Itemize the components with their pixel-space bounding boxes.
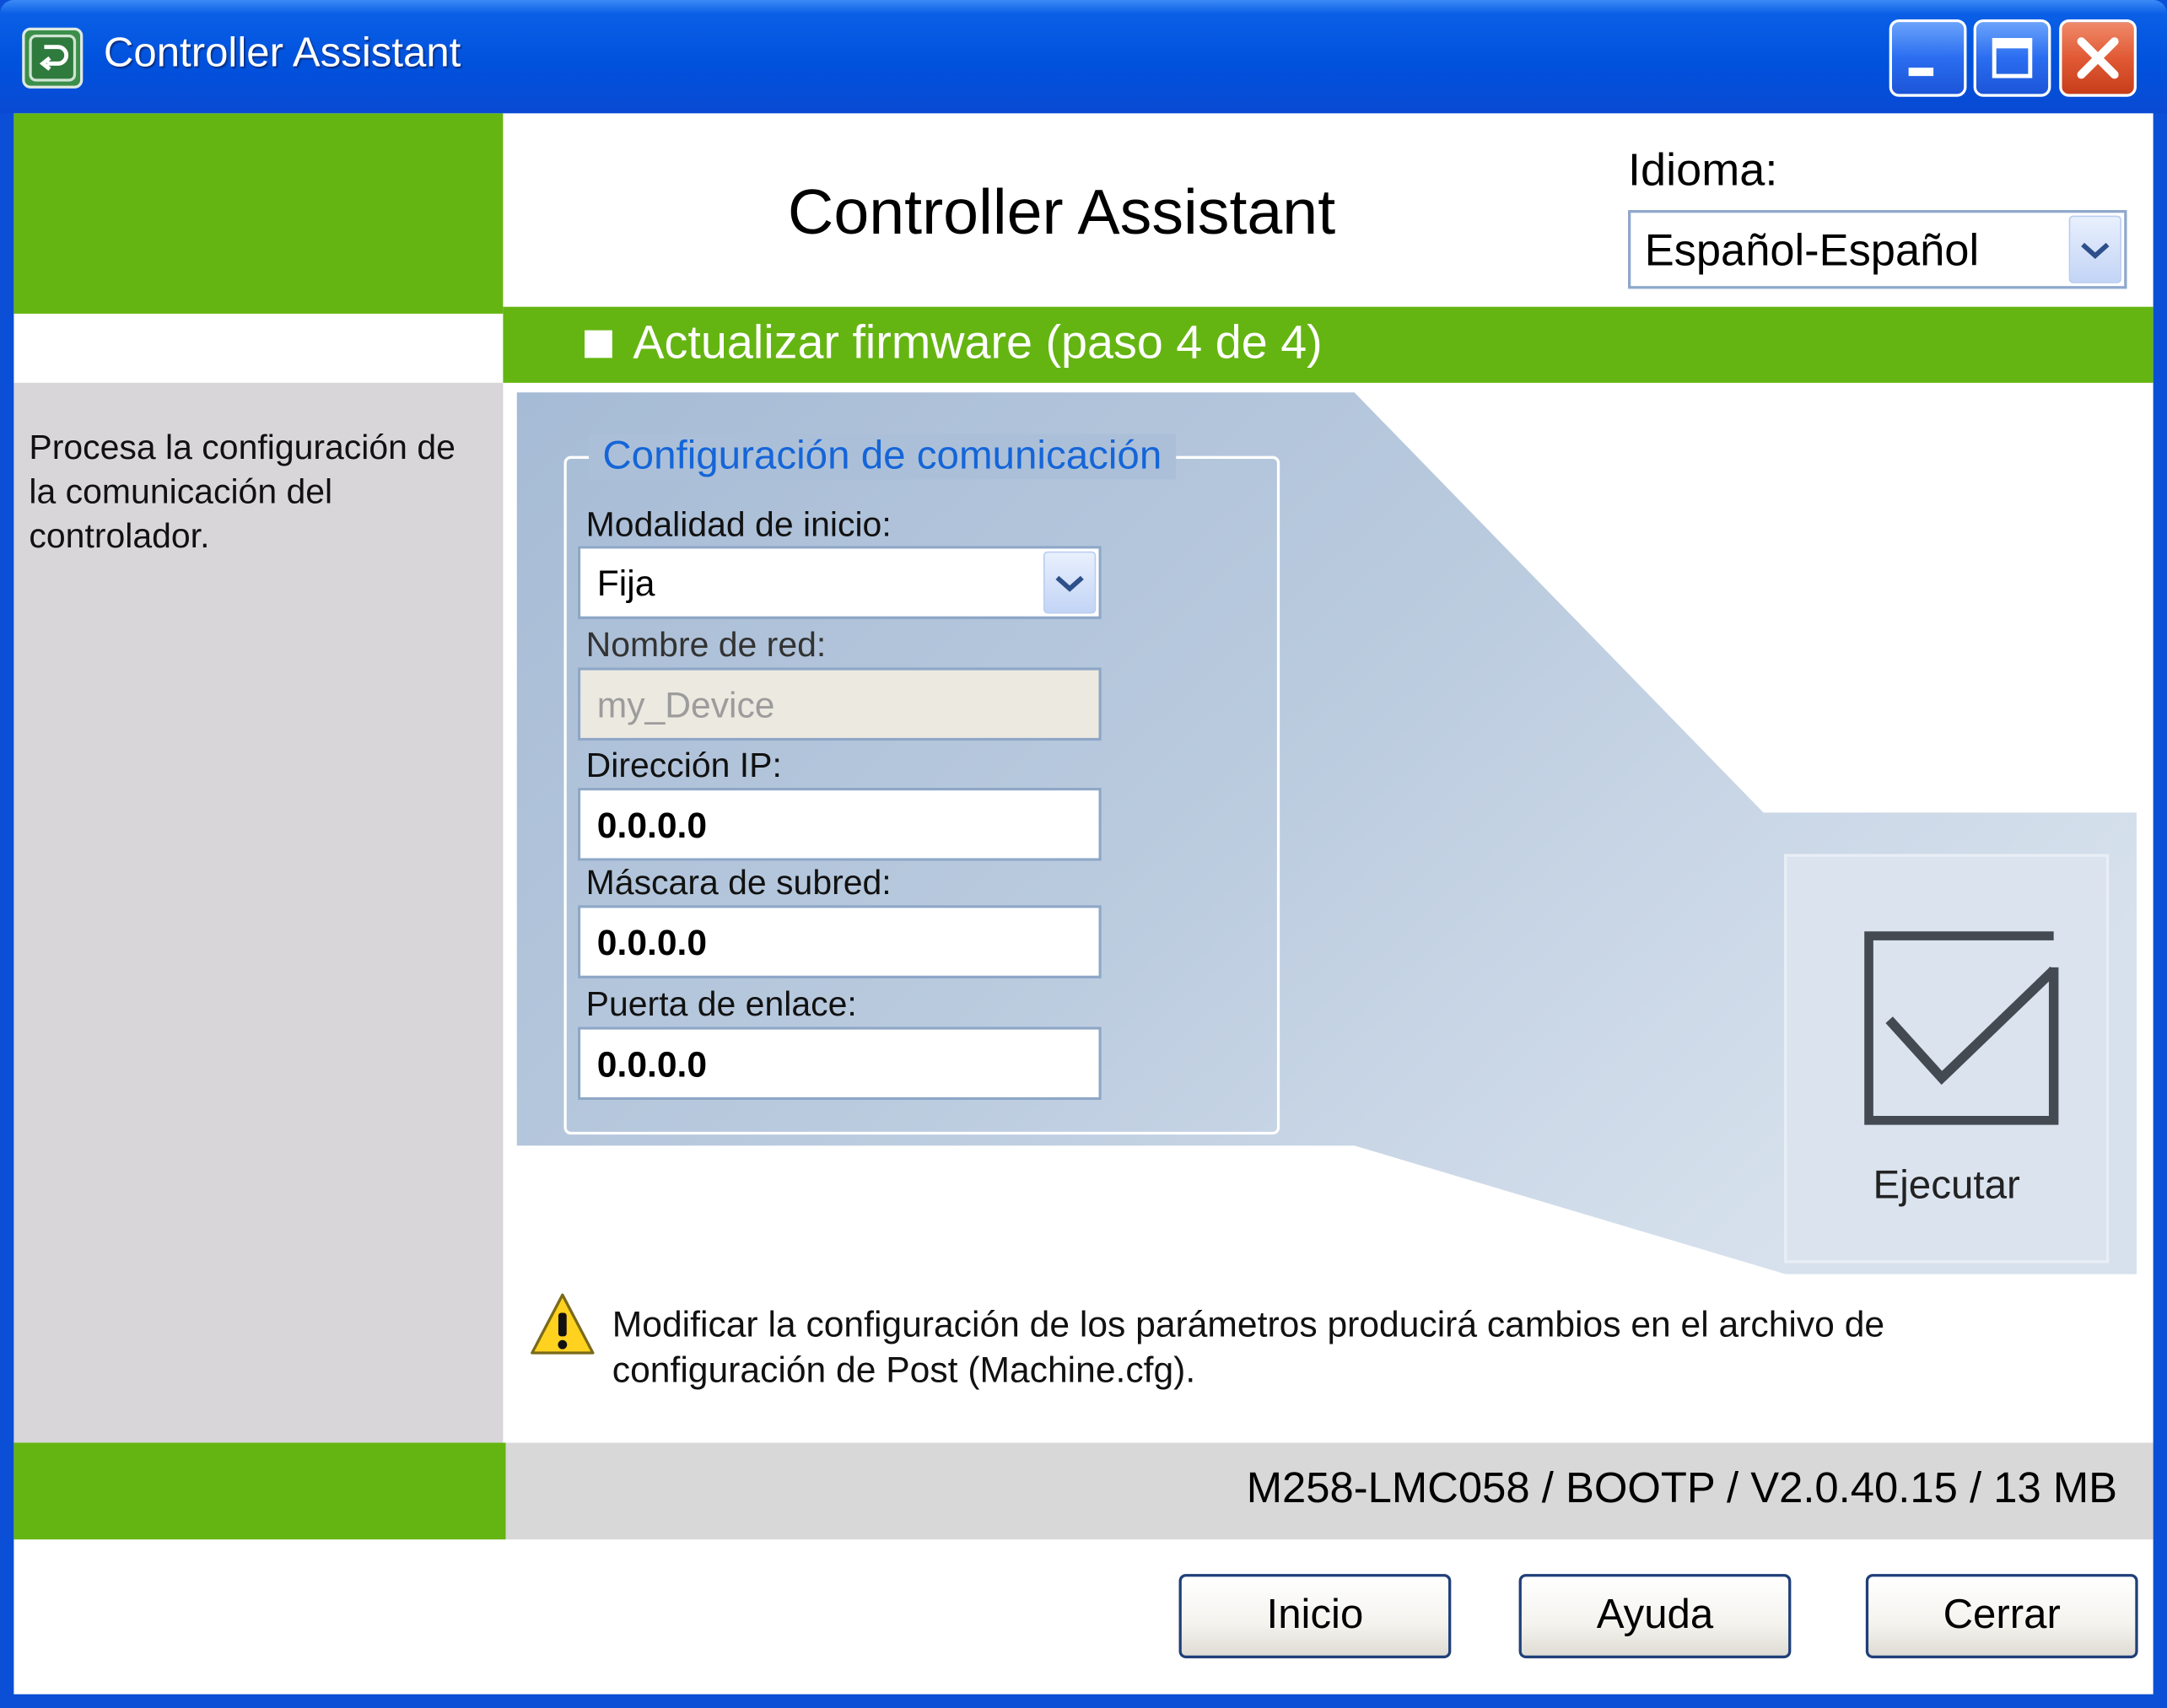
left-header-band xyxy=(13,113,504,314)
gateway-field[interactable]: 0.0.0.0 xyxy=(577,1026,1102,1101)
maximize-icon xyxy=(1992,38,2033,78)
minimize-icon xyxy=(1908,67,1934,77)
status-bar: M258-LMC058 / BOOTP / V2.0.40.15 / 13 MB xyxy=(505,1442,2154,1540)
communication-config-group: Configuración de comunicación Modalidad … xyxy=(563,434,1280,1135)
maximize-button[interactable] xyxy=(1973,19,2051,97)
controller-assistant-window: Controller Assistant Procesa la configur… xyxy=(0,0,2167,1708)
network-name-value: my_Device xyxy=(596,684,775,726)
step-banner: Actualizar firmware (paso 4 de 4) xyxy=(503,306,2154,383)
left-footer-band xyxy=(13,1442,506,1540)
help-button[interactable]: Ayuda xyxy=(1518,1574,1792,1659)
controller-assistant-app-icon xyxy=(22,27,84,89)
minimize-button[interactable] xyxy=(1889,19,1967,97)
network-name-label: Nombre de red: xyxy=(585,626,827,665)
ip-address-field[interactable]: 0.0.0.0 xyxy=(577,787,1102,861)
execute-label: Ejecutar xyxy=(1873,1163,2020,1208)
step-bullet-icon xyxy=(585,330,612,358)
warning-icon xyxy=(531,1293,595,1355)
ip-address-value: 0.0.0.0 xyxy=(596,804,708,846)
ip-address-label: Dirección IP: xyxy=(585,746,782,785)
checkbox-checked-icon xyxy=(1864,931,2059,1125)
subnet-mask-label: Máscara de subred: xyxy=(585,864,892,902)
gateway-label: Puerta de enlace: xyxy=(585,985,857,1025)
close-dialog-button[interactable]: Cerrar xyxy=(1865,1574,2138,1659)
start-mode-value: Fija xyxy=(596,562,655,604)
network-name-field: my_Device xyxy=(577,667,1102,741)
language-dropdown-button[interactable] xyxy=(2068,215,2121,283)
close-icon xyxy=(2077,37,2119,79)
page-title: Controller Assistant xyxy=(787,175,1336,248)
dialog-client-area: Procesa la configuración de la comunicac… xyxy=(13,113,2154,1695)
window-title: Controller Assistant xyxy=(103,30,461,77)
start-mode-select[interactable]: Fija xyxy=(577,546,1102,620)
subnet-mask-value: 0.0.0.0 xyxy=(596,921,708,963)
gateway-value: 0.0.0.0 xyxy=(596,1043,708,1086)
chevron-down-icon xyxy=(1055,574,1084,591)
subnet-mask-field[interactable]: 0.0.0.0 xyxy=(577,905,1102,978)
group-legend: Configuración de comunicación xyxy=(588,434,1176,480)
language-select[interactable]: Español-Español xyxy=(1628,210,2127,289)
start-button[interactable]: Inicio xyxy=(1178,1574,1452,1659)
execute-button[interactable]: Ejecutar xyxy=(1784,854,2110,1263)
warning-message: Modificar la configuración de los paráme… xyxy=(612,1303,1885,1391)
step-title: Actualizar firmware (paso 4 de 4) xyxy=(633,316,1323,369)
start-mode-dropdown-button[interactable] xyxy=(1043,551,1097,614)
language-label: Idioma: xyxy=(1628,143,1778,196)
language-select-value: Español-Español xyxy=(1644,225,1980,276)
chevron-down-icon xyxy=(2081,242,2110,259)
title-bar[interactable]: Controller Assistant xyxy=(0,0,2167,114)
device-status-text: M258-LMC058 / BOOTP / V2.0.40.15 / 13 MB xyxy=(1246,1463,2118,1512)
close-button[interactable] xyxy=(2059,19,2137,97)
start-mode-label: Modalidad de inicio: xyxy=(585,505,892,545)
step-description: Procesa la configuración de la comunicac… xyxy=(29,428,456,556)
